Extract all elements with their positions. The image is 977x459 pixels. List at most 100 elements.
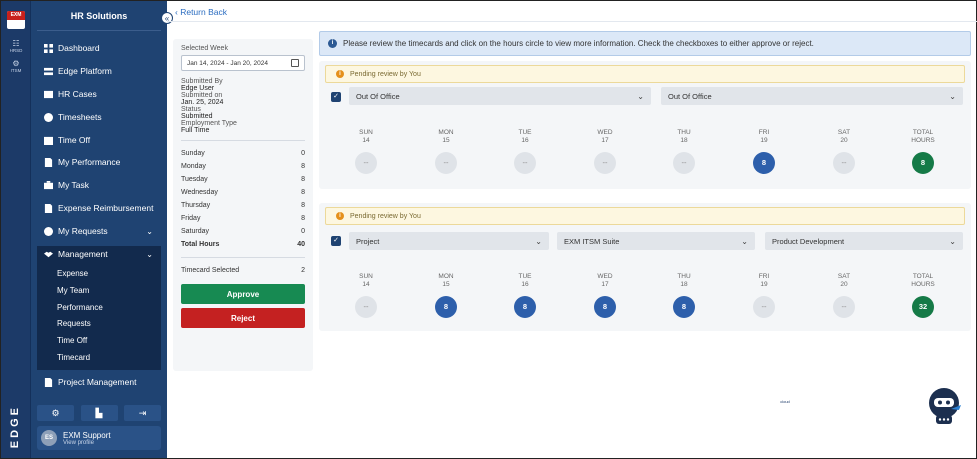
sidebar-item-my-task[interactable]: My Task <box>37 175 161 195</box>
day-name: Wednesday <box>181 189 218 196</box>
info-icon: i <box>328 39 337 48</box>
task-select[interactable]: Product Development ⌄ <box>765 232 963 250</box>
chevron-down-icon: ⌄ <box>949 91 956 101</box>
day-header-name: MON <box>438 129 454 136</box>
hours-circle-tue[interactable]: 8 <box>514 296 536 318</box>
avatar: ES <box>41 430 57 446</box>
day-header-name: SAT <box>837 129 851 136</box>
employment-type-label: Employment Type <box>181 120 237 127</box>
cases-icon <box>43 89 53 99</box>
day-header-name: SUN <box>359 129 373 136</box>
return-back-link[interactable]: ‹ Return Back <box>175 7 227 17</box>
hours-circle-thu[interactable]: -- <box>673 152 695 174</box>
hours-circle-mon[interactable]: 8 <box>435 296 457 318</box>
sidebar-item-label: Management <box>58 249 108 259</box>
sidebar-item-time-off[interactable]: Time Off <box>37 130 161 150</box>
logout-button[interactable]: ⇥ <box>124 405 161 421</box>
submenu-item-timecard[interactable]: Timecard <box>57 353 90 362</box>
hours-circle-thu[interactable]: 8 <box>673 296 695 318</box>
rail-item-itsm[interactable]: ⚙ ITSM <box>1 59 31 73</box>
submenu-item-my-team[interactable]: My Team <box>57 286 89 295</box>
day-header-name: THU <box>677 129 691 136</box>
calendar-icon[interactable] <box>291 59 299 67</box>
hours-circle-sun[interactable]: -- <box>355 152 377 174</box>
day-header-date: 14 <box>362 281 370 288</box>
total-hours-circle[interactable]: 8 <box>912 152 934 174</box>
user-profile[interactable]: ES EXM Support View profile <box>37 426 161 450</box>
day-name: Thursday <box>181 202 211 209</box>
day-header-date: 16 <box>521 281 529 288</box>
day-header-wed: WED 17 <box>585 129 625 145</box>
pending-review-banner: i Pending review by You <box>325 65 965 83</box>
day-header-tue: TUE 16 <box>505 129 545 145</box>
chatbot-assistant-icon[interactable] <box>927 387 963 427</box>
pending-text: Pending review by You <box>350 70 421 78</box>
sidebar-item-project-management[interactable]: Project Management <box>37 372 161 392</box>
hours-circle-sat[interactable]: -- <box>833 296 855 318</box>
category-select-value: Out Of Office <box>356 91 400 101</box>
day-header-name: TOTAL <box>912 273 934 280</box>
sidebar-item-my-requests[interactable]: My Requests ⌄ <box>37 221 161 241</box>
sidebar-item-timesheets[interactable]: Timesheets <box>37 107 161 127</box>
exm-cloud-logo[interactable]: EXM cloud <box>7 11 790 404</box>
day-header-thu: THU 18 <box>664 129 704 145</box>
day-header-name: TOTAL <box>912 129 934 136</box>
warning-icon: i <box>336 212 344 220</box>
hours-circle-wed[interactable]: 8 <box>594 296 616 318</box>
sidebar-item-expense-reimbursement[interactable]: Expense Reimbursement <box>37 198 161 218</box>
week-picker[interactable]: Jan 14, 2024 - Jan 20, 2024 <box>181 55 305 71</box>
settings-button[interactable]: ⚙ <box>37 405 74 421</box>
reject-button[interactable]: Reject <box>181 308 305 328</box>
hours-circle-wed[interactable]: -- <box>594 152 616 174</box>
day-header-fri: FRI 19 <box>744 129 784 145</box>
submenu-item-performance[interactable]: Performance <box>57 303 103 312</box>
sidebar-item-label: My Performance <box>58 157 121 167</box>
submenu-item-expense[interactable]: Expense <box>57 269 88 278</box>
category-select[interactable]: Out Of Office ⌄ <box>349 87 651 105</box>
day-header-mon: MON 15 <box>426 273 466 289</box>
day-hours: 8 <box>301 176 305 183</box>
user-icon <box>43 226 53 236</box>
hours-circle-fri[interactable]: -- <box>753 296 775 318</box>
day-header-date: HOURS <box>911 281 935 288</box>
subcategory-select[interactable]: Out Of Office ⌄ <box>661 87 963 105</box>
hours-circle-tue[interactable]: -- <box>514 152 536 174</box>
submenu-item-time-off[interactable]: Time Off <box>57 336 87 345</box>
rail-item-hrsd[interactable]: ☷ HRSD <box>1 39 31 53</box>
sidebar-item-dashboard[interactable]: Dashboard <box>37 38 161 58</box>
timecard-checkbox[interactable]: ✓ <box>331 236 341 246</box>
document-icon <box>43 377 53 387</box>
timecard-checkbox[interactable]: ✓ <box>331 92 341 102</box>
sidebar-item-my-performance[interactable]: My Performance <box>37 152 161 172</box>
day-header-date: 19 <box>760 137 768 144</box>
sidebar-item-label: Dashboard <box>58 43 100 53</box>
sidebar-item-hr-cases[interactable]: HR Cases <box>37 84 161 104</box>
day-name: Friday <box>181 215 201 222</box>
project-select[interactable]: EXM ITSM Suite ⌄ <box>557 232 755 250</box>
view-profile-link[interactable]: View profile <box>63 440 111 446</box>
day-header-name: FRI <box>758 273 770 280</box>
hours-circle-mon[interactable]: -- <box>435 152 457 174</box>
day-header-date: 16 <box>521 137 529 144</box>
total-hours-circle[interactable]: 32 <box>912 296 934 318</box>
return-back-label: Return Back <box>180 7 227 17</box>
hours-circle-fri[interactable]: 8 <box>753 152 775 174</box>
chevron-down-icon: ⌄ <box>637 91 644 101</box>
submenu-item-requests[interactable]: Requests <box>57 319 91 328</box>
sidebar-item-edge-platform[interactable]: Edge Platform <box>37 61 161 81</box>
pending-review-banner: i Pending review by You <box>325 207 965 225</box>
day-header-total: TOTAL HOURS <box>903 273 943 289</box>
submitted-on-value: Jan. 25, 2024 <box>181 99 224 106</box>
reports-button[interactable]: ▙ <box>80 405 118 421</box>
hours-circle-sat[interactable]: -- <box>833 152 855 174</box>
people-icon: ☷ <box>12 39 20 48</box>
approve-button[interactable]: Approve <box>181 284 305 304</box>
sidebar-item-label: My Requests <box>58 226 108 236</box>
main-content: ‹ Return Back Selected Week Jan 14, 2024… <box>167 1 977 458</box>
sidebar-item-label: Edge Platform <box>58 66 112 76</box>
total-hours-label: Total Hours <box>181 241 220 248</box>
sidebar-item-management[interactable]: Management ⌄ <box>37 244 161 264</box>
day-name: Saturday <box>181 228 210 235</box>
hours-circle-sun[interactable]: -- <box>355 296 377 318</box>
category-select[interactable]: Project ⌄ <box>349 232 549 250</box>
